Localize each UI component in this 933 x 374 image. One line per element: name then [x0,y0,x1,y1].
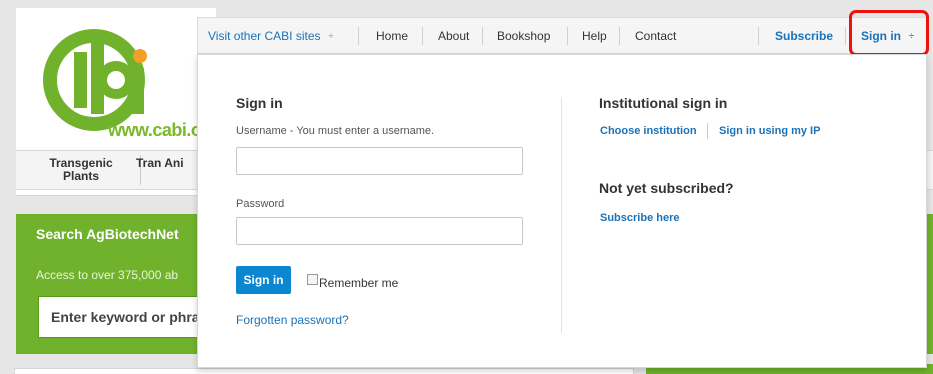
link-divider [707,123,708,139]
topbar-divider [845,27,846,45]
signin-heading: Sign in [236,95,283,111]
right-green-strip [926,214,933,354]
search-input[interactable]: Enter keyword or phra [38,296,210,338]
bookshop-link[interactable]: Bookshop [497,18,550,55]
visit-other-sites-label: Visit other CABI sites [208,29,321,43]
column-divider [561,97,562,333]
bottom-content-card [14,368,634,374]
remember-me-label[interactable]: Remember me [319,276,398,290]
help-link[interactable]: Help [582,18,607,55]
password-field[interactable] [236,217,523,245]
username-field[interactable] [236,147,523,175]
contact-link[interactable]: Contact [635,18,676,55]
subscribe-here-link[interactable]: Subscribe here [600,212,679,224]
topbar-divider [758,27,759,45]
signin-using-ip-link[interactable]: Sign in using my IP [719,125,820,137]
topbar-divider [619,27,620,45]
remember-me-checkbox[interactable] [307,274,318,285]
username-label: Username - You must enter a username. [236,125,435,137]
search-subtitle: Access to over 375,000 ab [36,268,179,282]
about-link[interactable]: About [438,18,469,55]
topbar-divider [482,27,483,45]
nav-item-transgenic-animals[interactable]: Tran Ani [136,157,196,170]
password-label: Password [236,198,285,210]
topbar-divider [422,27,423,45]
signin-dropdown-panel: Sign in Username - You must enter a user… [197,54,927,368]
signin-submit-button[interactable]: Sign in [236,266,291,294]
nav-item-transgenic-plants[interactable]: Transgenic Plants [36,157,126,183]
signin-highlight-box [849,10,929,56]
subscribe-link[interactable]: Subscribe [775,18,833,55]
not-subscribed-heading: Not yet subscribed? [599,180,734,196]
top-navigation-bar: Visit other CABI sites ÷ Home About Books… [197,17,927,54]
search-panel: Search AgBiotechNet Access to over 375,0… [16,214,210,354]
search-title: Search AgBiotechNet [36,226,179,242]
updown-arrows-icon: ÷ [328,30,334,41]
visit-other-sites-dropdown[interactable]: Visit other CABI sites ÷ [208,18,333,55]
topbar-divider [358,27,359,45]
institutional-signin-heading: Institutional sign in [599,95,728,111]
choose-institution-link[interactable]: Choose institution [600,125,697,137]
topbar-divider [567,27,568,45]
home-link[interactable]: Home [376,18,408,55]
forgotten-password-link[interactable]: Forgotten password? [236,313,349,327]
